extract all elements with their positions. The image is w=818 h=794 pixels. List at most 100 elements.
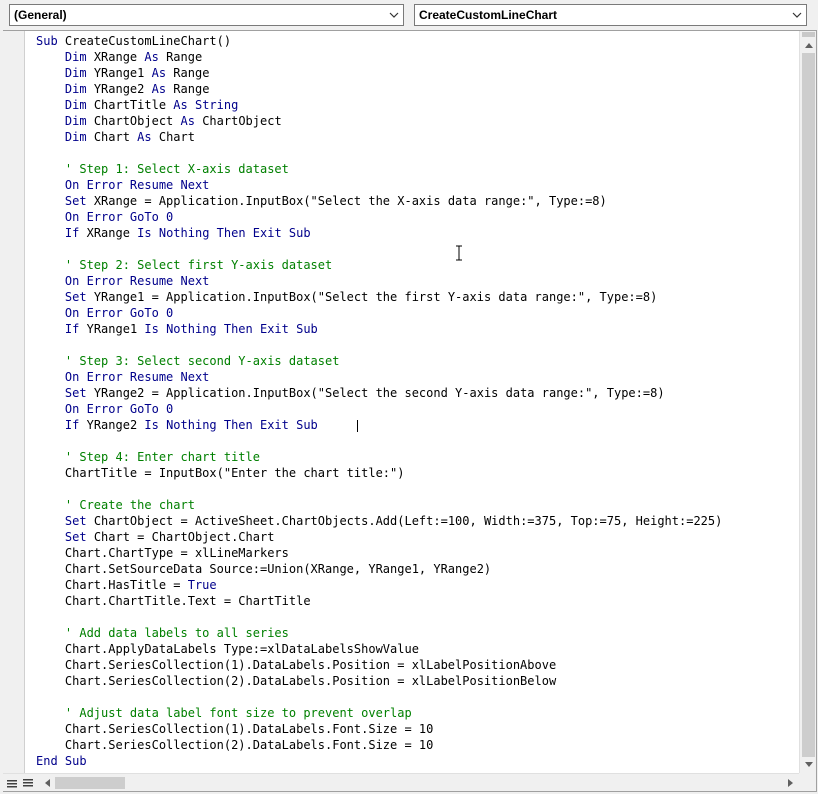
code-text: Chart.SeriesCollection(2).DataLabels.Pos… (64, 674, 557, 688)
code-keyword: As (151, 66, 174, 80)
code-line[interactable]: End Sub (36, 753, 87, 769)
code-line[interactable]: ' Step 3: Select second Y-axis dataset (36, 353, 340, 369)
code-comment: ' Step 3: Select second Y-axis dataset (64, 354, 340, 368)
code-line[interactable]: Set XRange = Application.InputBox("Selec… (36, 193, 607, 209)
code-text: Chart (93, 130, 138, 144)
code-text: Range (166, 50, 203, 64)
code-line[interactable]: Dim YRange2 As Range (36, 81, 210, 97)
code-keyword: Set (64, 386, 94, 400)
code-keyword: As (137, 130, 159, 144)
code-keyword: If (64, 322, 87, 336)
code-line[interactable]: On Error Resume Next (36, 369, 210, 385)
code-text: YRange2 (86, 418, 145, 432)
code-line[interactable]: Chart.SeriesCollection(2).DataLabels.Pos… (36, 673, 556, 689)
code-line[interactable]: On Error Resume Next (36, 273, 210, 289)
code-text: YRange1 = Application.InputBox("Select t… (93, 290, 658, 304)
code-line[interactable]: If XRange Is Nothing Then Exit Sub (36, 225, 311, 241)
code-line[interactable]: ' Step 2: Select first Y-axis dataset (36, 257, 332, 273)
code-keyword: Is Nothing Then Exit Sub (144, 418, 318, 432)
code-line[interactable]: Chart.ChartType = xlLineMarkers (36, 545, 289, 561)
code-line[interactable]: On Error GoTo 0 (36, 401, 173, 417)
code-keyword: On Error Resume Next (64, 370, 210, 384)
code-keyword: If (64, 226, 87, 240)
code-line[interactable]: ' Step 1: Select X-axis dataset (36, 161, 289, 177)
code-text: ChartObject (202, 114, 282, 128)
code-comment: ' Step 1: Select X-axis dataset (64, 162, 289, 176)
code-line[interactable]: ' Create the chart (36, 497, 195, 513)
code-line[interactable]: On Error GoTo 0 (36, 305, 173, 321)
code-text: Chart.SeriesCollection(1).DataLabels.Pos… (64, 658, 557, 672)
code-line[interactable]: ChartTitle = InputBox("Enter the chart t… (36, 465, 405, 481)
vertical-scrollbar[interactable] (799, 31, 816, 773)
full-module-view-icon[interactable] (21, 776, 35, 790)
object-dropdown[interactable]: (General) (9, 4, 404, 26)
code-text: Chart.SetSourceData Source:=Union(XRange… (64, 562, 492, 576)
code-editor[interactable]: Sub CreateCustomLineChart() Dim XRange A… (27, 31, 799, 773)
code-line[interactable]: Set YRange1 = Application.InputBox("Sele… (36, 289, 657, 305)
procedure-view-icon[interactable] (5, 776, 19, 790)
code-line[interactable]: Set ChartObject = ActiveSheet.ChartObjec… (36, 513, 722, 529)
code-line[interactable]: Chart.SeriesCollection(1).DataLabels.Pos… (36, 657, 556, 673)
triangle-up-icon[interactable] (800, 37, 817, 54)
code-keyword: On Error GoTo 0 (64, 210, 174, 224)
code-line[interactable]: Chart.SeriesCollection(2).DataLabels.Fon… (36, 737, 433, 753)
code-line[interactable]: Dim XRange As Range (36, 49, 202, 65)
code-keyword: As (173, 98, 195, 112)
code-line[interactable]: Chart.SetSourceData Source:=Union(XRange… (36, 561, 491, 577)
code-comment: ' Step 4: Enter chart title (64, 450, 260, 464)
code-line[interactable]: Set YRange2 = Application.InputBox("Sele… (36, 385, 665, 401)
horizontal-scroll-thumb[interactable] (55, 777, 125, 789)
code-text: Chart.ChartType = xlLineMarkers (64, 546, 289, 560)
scrollbar-corner (799, 773, 816, 791)
code-line[interactable]: ' Add data labels to all series (36, 625, 289, 641)
code-line[interactable]: On Error Resume Next (36, 177, 210, 193)
code-keyword: True (187, 578, 217, 592)
code-line[interactable]: Sub CreateCustomLineChart() (36, 33, 231, 49)
code-line[interactable]: Set Chart = ChartObject.Chart (36, 529, 275, 545)
chevron-down-icon[interactable] (788, 5, 806, 25)
triangle-left-icon[interactable] (39, 774, 56, 791)
code-line[interactable]: Dim ChartObject As ChartObject (36, 113, 282, 129)
code-text: ChartTitle (93, 98, 174, 112)
code-text: YRange2 = Application.InputBox("Select t… (93, 386, 665, 400)
code-line[interactable]: Chart.SeriesCollection(1).DataLabels.Fon… (36, 721, 433, 737)
horizontal-scrollbar[interactable] (3, 773, 799, 791)
margin-indicator-bar[interactable] (3, 31, 25, 773)
code-keyword: If (64, 418, 87, 432)
procedure-dropdown[interactable]: CreateCustomLineChart (414, 4, 807, 26)
code-line[interactable]: Chart.ChartTitle.Text = ChartTitle (36, 593, 311, 609)
chevron-down-icon[interactable] (385, 5, 403, 25)
triangle-right-icon[interactable] (782, 774, 799, 791)
code-text: Chart (158, 130, 195, 144)
code-line[interactable]: Dim YRange1 As Range (36, 65, 210, 81)
code-line[interactable]: ' Adjust data label font size to prevent… (36, 705, 412, 721)
code-keyword: Dim (64, 130, 94, 144)
code-comment: ' Adjust data label font size to prevent… (64, 706, 412, 720)
code-line[interactable]: Chart.ApplyDataLabels Type:=xlDataLabels… (36, 641, 419, 657)
code-line[interactable]: ' Step 4: Enter chart title (36, 449, 260, 465)
code-line[interactable]: Chart.HasTitle = True (36, 577, 217, 593)
code-text: Range (173, 82, 210, 96)
triangle-down-icon[interactable] (800, 756, 817, 773)
vertical-scroll-thumb[interactable] (802, 53, 815, 757)
code-line[interactable]: If YRange2 Is Nothing Then Exit Sub (36, 417, 358, 433)
text-caret (357, 420, 358, 432)
code-line[interactable]: If YRange1 Is Nothing Then Exit Sub (36, 321, 318, 337)
code-line[interactable]: On Error GoTo 0 (36, 209, 173, 225)
code-line[interactable]: Dim Chart As Chart (36, 129, 195, 145)
code-line[interactable]: Dim ChartTitle As String (36, 97, 238, 113)
